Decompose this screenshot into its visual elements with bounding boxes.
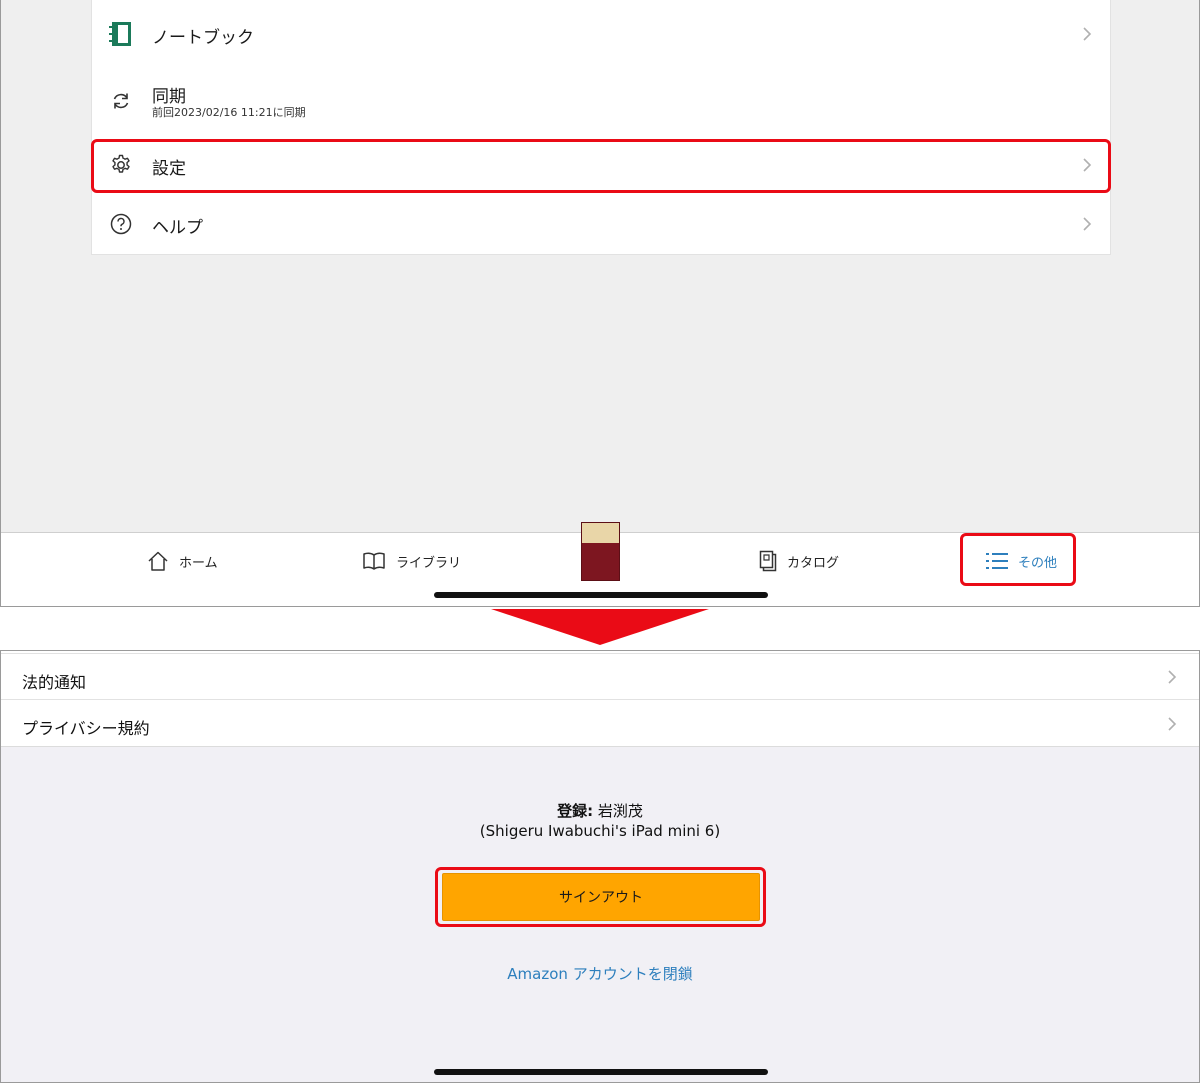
menu-item-notebook[interactable]: ノートブック bbox=[92, 3, 1110, 65]
legal-list: 法的通知 プライバシー規約 bbox=[1, 651, 1199, 747]
settings-item-legal-notice[interactable]: 法的通知 bbox=[1, 653, 1199, 700]
chevron-right-icon bbox=[1168, 669, 1177, 684]
tab-library[interactable]: ライブラリ bbox=[362, 548, 461, 574]
home-indicator[interactable] bbox=[434, 592, 768, 598]
last-sync-time: 前回2023/02/16 11:21に同期 bbox=[152, 106, 306, 119]
home-icon bbox=[148, 551, 168, 571]
tab-label: カタログ bbox=[787, 555, 840, 571]
registered-user: 登録: 岩渕茂 bbox=[1, 801, 1199, 821]
comparison-figure: ノートブック 同期 前回2023/02/16 11:21に同期 設定 ヘルプ ホ… bbox=[0, 0, 1200, 1083]
settings-item-label: プライバシー規約 bbox=[22, 719, 150, 738]
registered-label: 登録: bbox=[557, 802, 594, 820]
tab-label: ライブラリ bbox=[396, 555, 462, 571]
down-arrow-icon bbox=[491, 609, 709, 645]
settings-highlight-box bbox=[91, 139, 1111, 193]
menu-item-sync[interactable]: 同期 前回2023/02/16 11:21に同期 bbox=[92, 70, 1110, 132]
signout-button[interactable]: サインアウト bbox=[442, 873, 760, 921]
menu-item-label: ヘルプ bbox=[152, 218, 203, 238]
menu-item-label: ノートブック bbox=[152, 28, 254, 48]
chevron-right-icon bbox=[1168, 716, 1177, 731]
tab-catalog[interactable]: カタログ bbox=[759, 548, 839, 574]
registered-name: 岩渕茂 bbox=[593, 802, 643, 820]
book-cover-band bbox=[582, 523, 619, 543]
settings-item-label: 法的通知 bbox=[22, 673, 87, 692]
sync-icon bbox=[109, 89, 133, 113]
registration-info: 登録: 岩渕茂 (Shigeru Iwabuchi's iPad mini 6) bbox=[1, 801, 1199, 841]
settings-item-privacy[interactable]: プライバシー規約 bbox=[1, 700, 1199, 747]
home-indicator[interactable] bbox=[434, 1069, 768, 1075]
chevron-right-icon bbox=[1083, 27, 1092, 41]
tab-label: ホーム bbox=[179, 555, 218, 571]
help-icon bbox=[109, 212, 133, 236]
close-account-link[interactable]: Amazon アカウントを閉鎖 bbox=[1, 963, 1199, 984]
device-name: (Shigeru Iwabuchi's iPad mini 6) bbox=[479, 822, 721, 840]
menu-item-help[interactable]: ヘルプ bbox=[92, 193, 1110, 255]
kindle-settings-screen: 法的通知 プライバシー規約 登録: 岩渕茂 (Shigeru Iwabuchi'… bbox=[0, 650, 1200, 1083]
chevron-right-icon bbox=[1083, 217, 1092, 231]
book-open-icon bbox=[363, 552, 385, 570]
catalog-icon bbox=[759, 550, 777, 572]
kindle-more-screen: ノートブック 同期 前回2023/02/16 11:21に同期 設定 ヘルプ ホ… bbox=[0, 0, 1200, 607]
notebook-icon bbox=[109, 22, 133, 46]
more-tab-highlight-box bbox=[960, 533, 1076, 586]
current-book-cover[interactable] bbox=[581, 522, 620, 581]
more-menu-list: ノートブック 同期 前回2023/02/16 11:21に同期 設定 ヘルプ bbox=[91, 0, 1111, 255]
tab-home[interactable]: ホーム bbox=[147, 548, 218, 574]
